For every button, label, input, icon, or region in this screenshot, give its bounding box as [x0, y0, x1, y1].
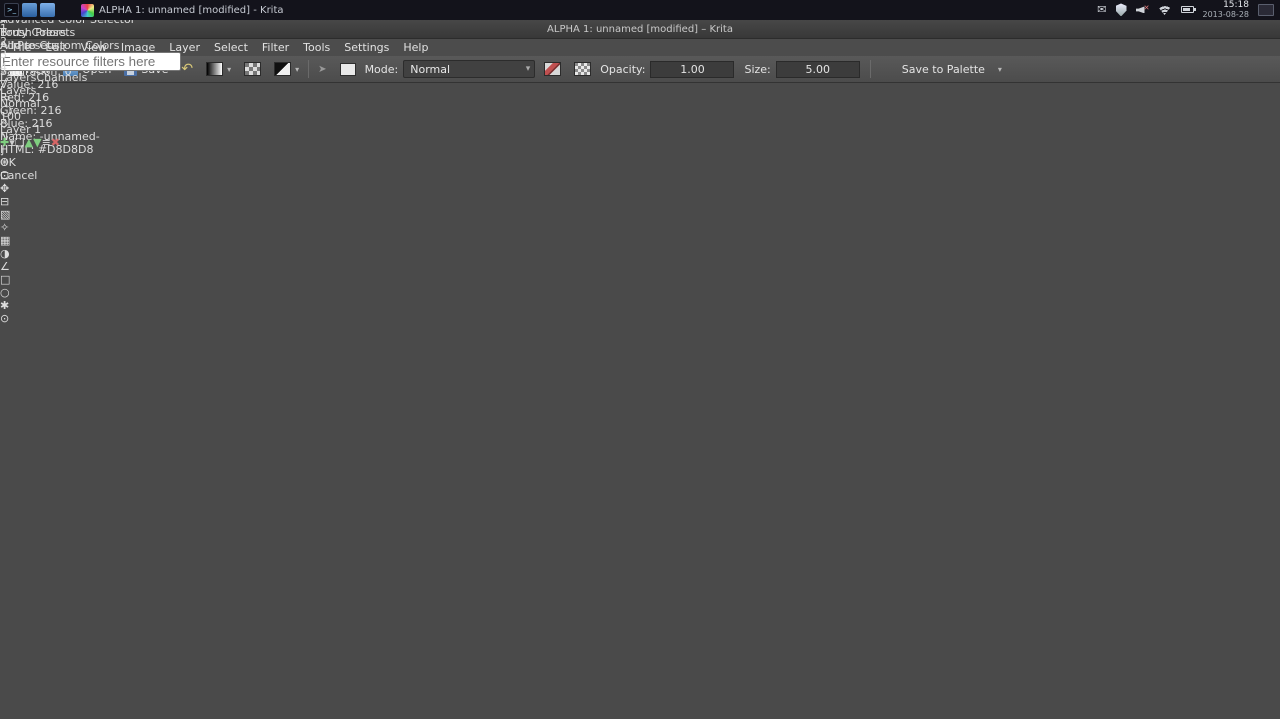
- bw-gradient-icon: [274, 62, 291, 76]
- shield-icon[interactable]: [1116, 3, 1127, 16]
- choose-brush-button[interactable]: [314, 62, 330, 77]
- resource-filter-input[interactable]: [0, 52, 181, 71]
- elliptical-select-tool[interactable]: ○: [0, 286, 22, 299]
- cancel-button[interactable]: Cancel: [0, 169, 136, 182]
- app-launcher-icon[interactable]: [22, 3, 37, 17]
- mirror-vertical-button[interactable]: [889, 67, 897, 71]
- delete-layer-button[interactable]: ✖: [51, 136, 60, 149]
- size-fill: [777, 62, 859, 77]
- ok-label: OK: [0, 156, 16, 169]
- brush-presets-button[interactable]: [570, 60, 595, 78]
- battery-icon[interactable]: [1181, 6, 1194, 13]
- mirror-horizontal-button[interactable]: [876, 67, 884, 71]
- brush-tip-icon: [544, 62, 561, 76]
- move-layer-down-button[interactable]: ▼: [33, 136, 41, 149]
- window-title: ALPHA 1: unnamed [modified] – Krita: [547, 24, 733, 35]
- menu-tools[interactable]: Tools: [296, 40, 337, 55]
- measure-tool[interactable]: ∠: [0, 260, 22, 273]
- pattern-fill-tool[interactable]: ▦: [0, 234, 22, 247]
- layer-name: Layer 1: [0, 123, 41, 136]
- preset-grid-icon: [574, 62, 591, 76]
- rectangular-select-tool[interactable]: □: [0, 273, 22, 286]
- pattern-chooser-button[interactable]: [240, 60, 265, 78]
- move-tool[interactable]: ✥: [0, 182, 22, 195]
- crop-tool[interactable]: ⊟: [0, 195, 22, 208]
- fill-gradient-button[interactable]: [270, 60, 303, 78]
- layer-opacity-value: 100: [0, 110, 21, 123]
- freehand-select-tool[interactable]: ✱: [0, 299, 22, 312]
- gradient-swatch-icon: [206, 62, 223, 76]
- clock[interactable]: 15:18 2013-08-28: [1203, 1, 1250, 19]
- layer-row[interactable]: Layer 1: [0, 123, 203, 136]
- opacity-label: Opacity:: [600, 63, 645, 76]
- menu-select[interactable]: Select: [207, 40, 255, 55]
- edit-brush-settings-button[interactable]: [540, 60, 565, 78]
- layer-buttons: ✚▾❏▲▼≡✖: [0, 136, 203, 149]
- terminal-icon[interactable]: [4, 3, 19, 17]
- annotation-circle-2: 2: [0, 35, 13, 48]
- gradient-chooser-button[interactable]: [202, 60, 235, 78]
- tag-button[interactable]: [990, 63, 1006, 76]
- annotation-circle-3: 3: [0, 48, 13, 61]
- right-docker-panel: Advanced Color SelectorTool Options Adva…: [0, 0, 203, 149]
- taskbar-launchers: [0, 3, 55, 17]
- layer-blend-mode-select[interactable]: Normal: [0, 97, 203, 110]
- layer-blend-mode-value: Normal: [0, 97, 40, 110]
- krita-window: ALPHA 1: unnamed [modified] - Krita 15:1…: [0, 0, 1280, 719]
- canvas-thumb-icon: [340, 63, 356, 76]
- layer-opacity-slider[interactable]: 100: [0, 110, 203, 123]
- checker-pattern-icon: [244, 62, 261, 76]
- menu-settings[interactable]: Settings: [337, 40, 396, 55]
- file-manager-icon[interactable]: [40, 3, 55, 17]
- mail-icon[interactable]: [1097, 3, 1106, 16]
- system-taskbar: ALPHA 1: unnamed [modified] - Krita 15:1…: [0, 0, 1280, 20]
- contiguous-select-tool[interactable]: ⊙: [0, 312, 22, 325]
- size-slider[interactable]: 5.00: [776, 61, 860, 78]
- preset-filter-select[interactable]: All Presets: [0, 39, 203, 52]
- layers-title: Layers: [0, 84, 36, 97]
- wifi-icon[interactable]: [1158, 5, 1172, 15]
- annotation-circle-1: 1: [0, 22, 13, 35]
- tab-channels[interactable]: Channels: [36, 71, 87, 84]
- menu-filter[interactable]: Filter: [255, 40, 296, 55]
- brush-presets-header[interactable]: Brush Presets: [0, 26, 203, 39]
- size-label: Size:: [744, 63, 770, 76]
- krita-logo-icon: [81, 4, 94, 17]
- taskbar-window-title: ALPHA 1: unnamed [modified] - Krita: [99, 5, 284, 16]
- layer-tabs: LayersChannels: [0, 71, 203, 84]
- system-tray: 15:18 2013-08-28: [1097, 1, 1280, 19]
- annotation-circle-4: 4: [0, 61, 13, 74]
- toolbar-separator: [870, 60, 871, 78]
- opacity-slider[interactable]: 1.00: [650, 61, 734, 78]
- duplicate-layer-button[interactable]: ❏: [15, 136, 25, 149]
- layer-properties-button[interactable]: ≡: [42, 136, 51, 149]
- blending-mode-value: Normal: [410, 63, 450, 76]
- layer-list: Layer 1: [0, 123, 203, 136]
- volume-muted-icon[interactable]: [1136, 4, 1149, 15]
- layers-docker-header[interactable]: Layers: [0, 84, 203, 97]
- opacity-fill: [651, 62, 733, 77]
- cancel-label: Cancel: [0, 169, 37, 182]
- menu-help[interactable]: Help: [396, 40, 435, 55]
- blending-mode-select[interactable]: Normal: [403, 60, 535, 78]
- color-picker-tool[interactable]: ✧: [0, 221, 22, 234]
- ok-button[interactable]: OK: [0, 156, 136, 169]
- save-to-palette-button[interactable]: Save to Palette: [902, 63, 985, 76]
- move-layer-up-button[interactable]: ▲: [25, 136, 33, 149]
- add-layer-button[interactable]: ✚: [0, 136, 9, 149]
- mode-label: Mode:: [365, 63, 399, 76]
- clock-date: 2013-08-28: [1203, 11, 1250, 19]
- show-canvas-only-button[interactable]: [336, 61, 360, 78]
- fill-tool[interactable]: ◑: [0, 247, 22, 260]
- taskbar-window-button[interactable]: ALPHA 1: unnamed [modified] - Krita: [81, 4, 284, 17]
- display-icon[interactable]: [1258, 4, 1274, 16]
- toolbar-separator: [308, 60, 309, 78]
- gradient-tool[interactable]: ▧: [0, 208, 22, 221]
